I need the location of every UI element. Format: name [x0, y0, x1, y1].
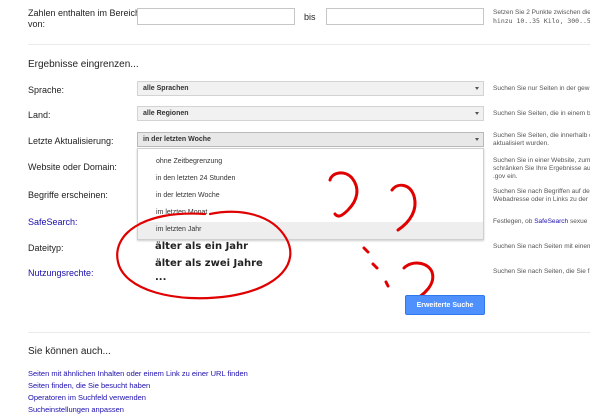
red-annotation-drawing	[116, 171, 435, 304]
red-ellipse	[116, 210, 292, 300]
red-dot-2	[371, 262, 379, 270]
advanced-search-button[interactable]: Erweiterte Suche	[405, 295, 485, 315]
divider	[28, 332, 590, 333]
red-dot-3	[384, 280, 390, 288]
also-link-operators[interactable]: Operatoren im Suchfeld verwenden	[28, 393, 146, 402]
also-link-visited[interactable]: Seiten finden, die Sie besucht haben	[28, 381, 150, 390]
also-link-similar[interactable]: Seiten mit ähnlichen Inhalten oder einem…	[28, 369, 248, 378]
question-mark-1	[328, 171, 359, 218]
question-mark-2	[390, 183, 417, 232]
also-link-settings[interactable]: Sucheinstellungen anpassen	[28, 405, 124, 414]
red-dot-1	[362, 246, 370, 254]
also-title: Sie können auch...	[28, 346, 111, 357]
